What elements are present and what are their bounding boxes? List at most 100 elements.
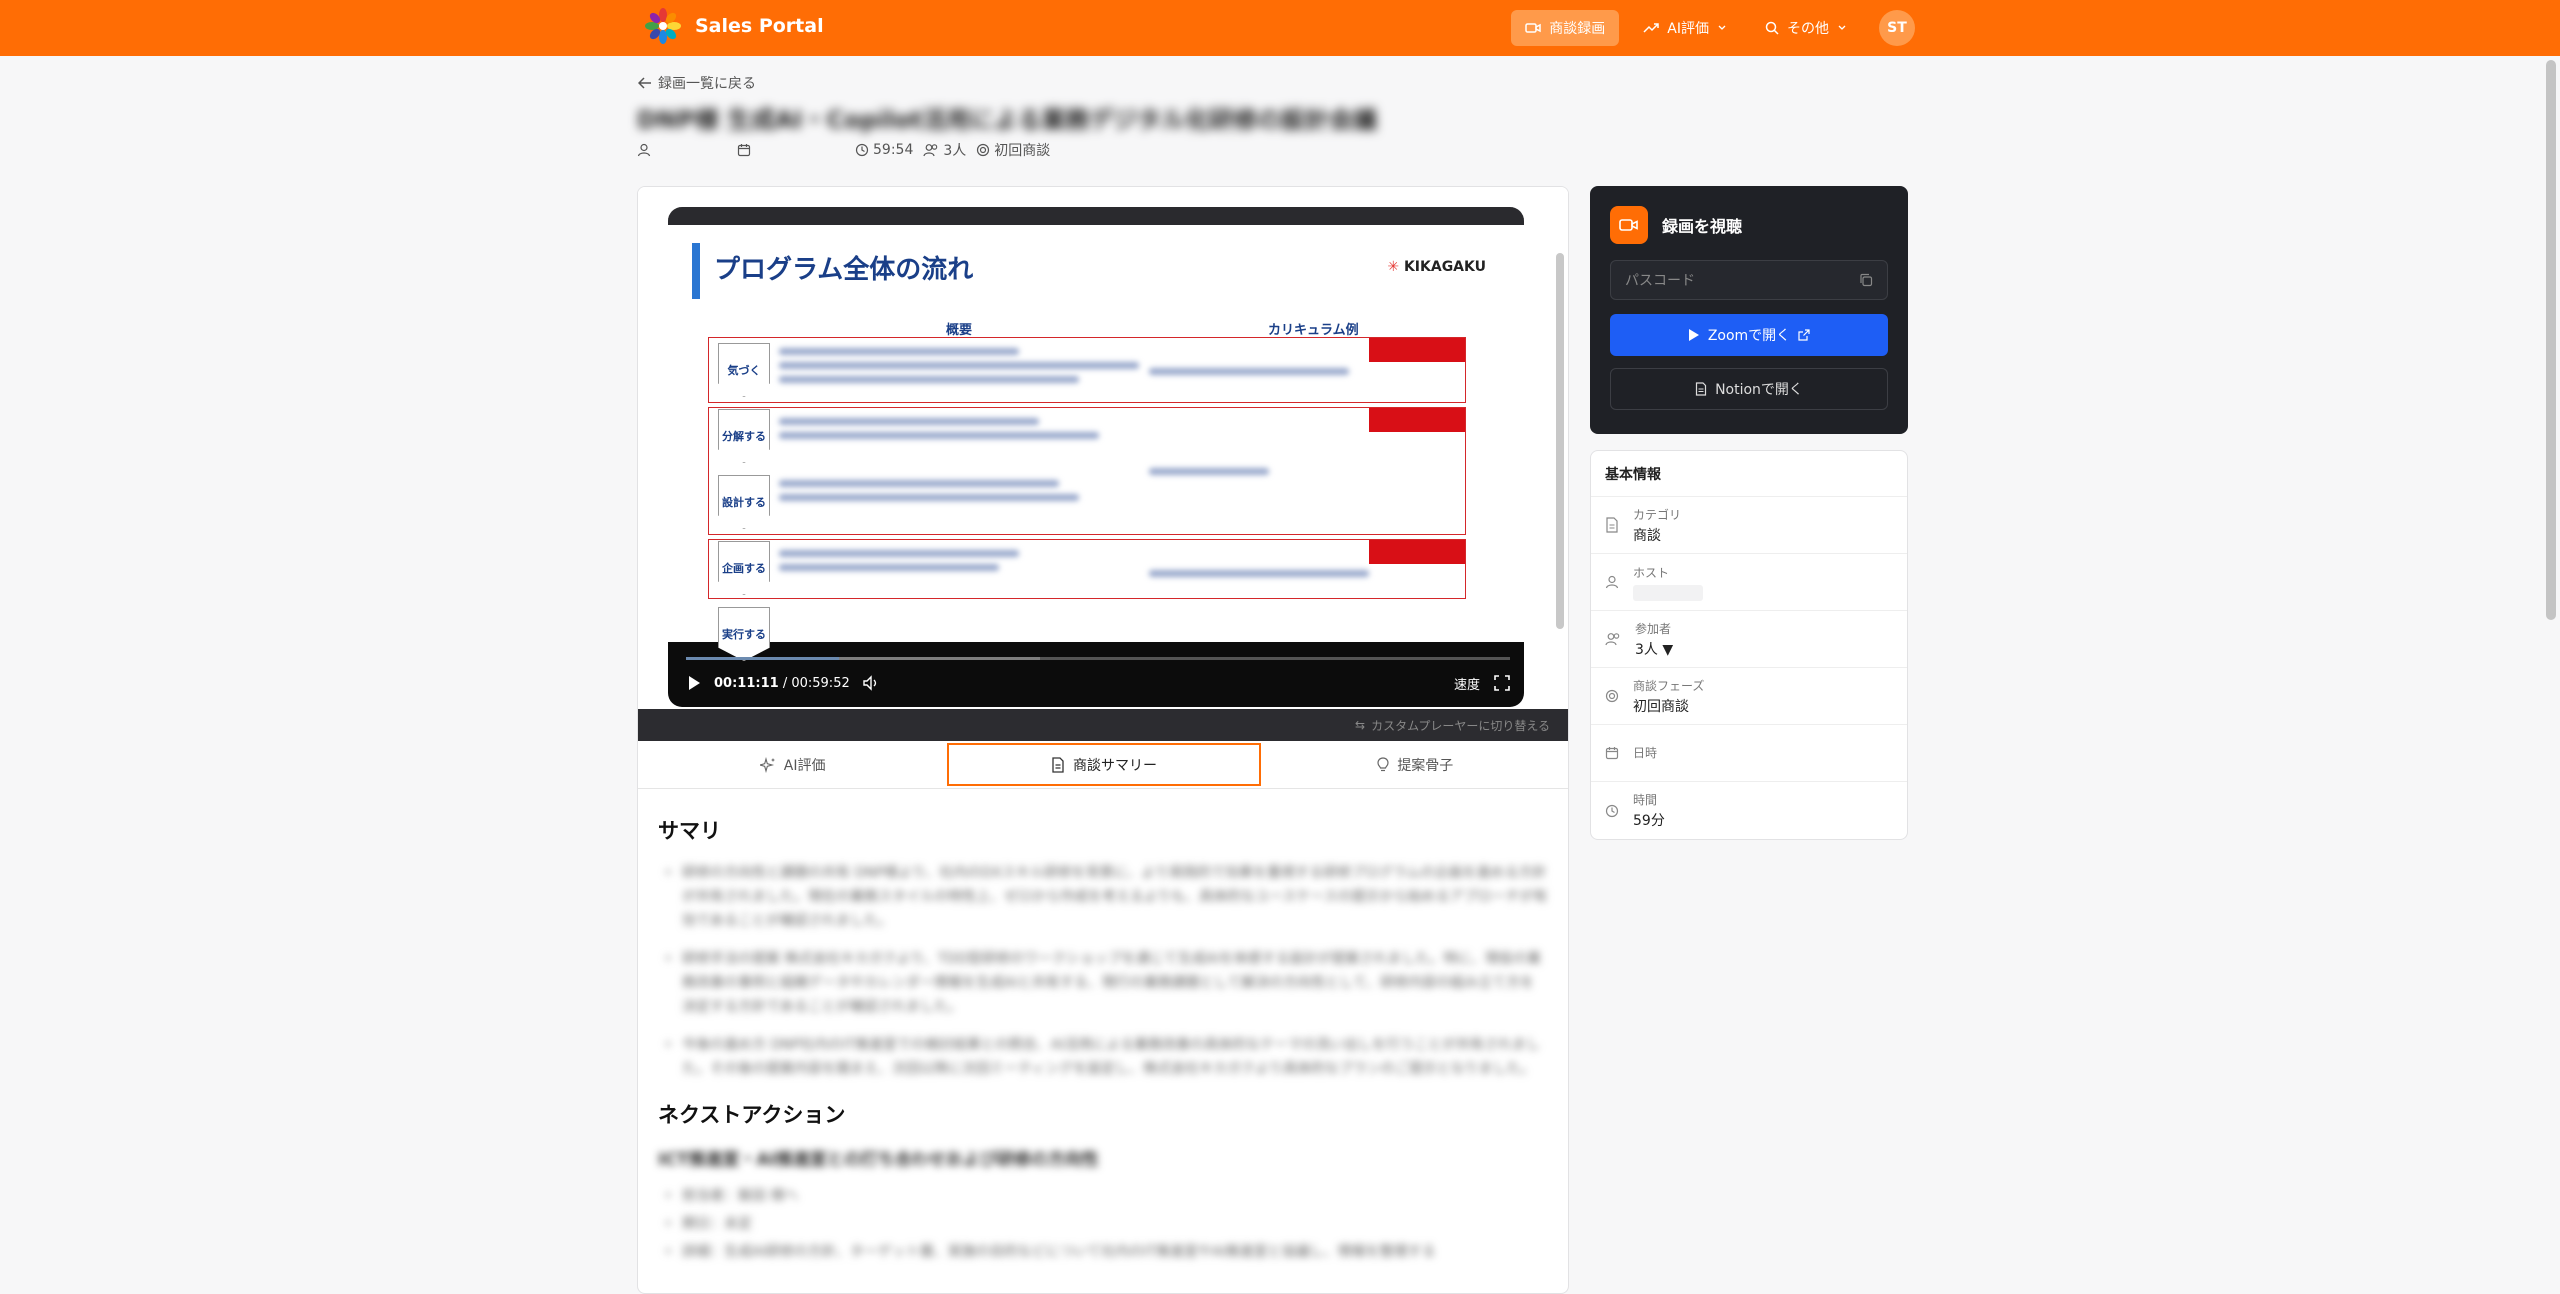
video-time: 00:11:11 / 00:59:52 <box>714 676 850 691</box>
page-title: DNP様 生成AI・Copilot活用による業務デジタル化研修の設計会議 <box>637 106 1377 134</box>
info-row-date: 日時 <box>1591 725 1907 782</box>
copy-icon[interactable] <box>1859 273 1873 287</box>
clock-icon <box>1605 804 1619 817</box>
back-link-label: 録画一覧に戻る <box>658 76 756 92</box>
user-icon <box>637 143 651 157</box>
nav-more-button[interactable]: その他 <box>1751 10 1861 46</box>
nav-ai-eval-button[interactable]: AI評価 <box>1629 10 1741 46</box>
open-notion-button[interactable]: Notionで開く <box>1610 368 1888 410</box>
switch-player-bar[interactable]: ⇆ カスタムプレーヤーに切り替える <box>638 709 1568 741</box>
sparkles-icon <box>759 756 775 773</box>
slide-title: プログラム全体の流れ <box>714 255 974 285</box>
video-scrollbar[interactable] <box>1556 253 1564 629</box>
app-title: Sales Portal <box>695 15 824 37</box>
document-icon <box>1606 517 1618 533</box>
summary-bullet: 研修手法の提案 株式会社キカガクより、TDD型研修のワークショップを通じて生成A… <box>658 947 1548 1019</box>
top-nav: 商談録画 AI評価 その他 ST <box>1511 10 1915 46</box>
calendar-icon <box>737 144 751 157</box>
video-controls: 00:11:11 / 00:59:52 速度 <box>686 647 1510 699</box>
nav-ai-eval-label: AI評価 <box>1667 21 1709 37</box>
video-time-separator: / <box>782 675 788 691</box>
watch-recording-title: 録画を視聴 <box>1662 217 1743 236</box>
slide-col-curriculum: カリキュラム例 <box>1268 323 1359 338</box>
chevron-down-icon <box>1718 25 1726 30</box>
info-value: 3人 ▼ <box>1635 641 1674 658</box>
video-progress-bar[interactable] <box>686 657 1510 660</box>
video-total-time: 00:59:52 <box>791 675 850 691</box>
tab-ai-eval-label: AI評価 <box>783 757 826 774</box>
summary-bullet: 研修の方向性と課題の共有 DNP様より、社内のDXスキル研修を背景に、より実践的… <box>658 861 1548 933</box>
slide-accent-bar <box>692 243 700 299</box>
top-bar: Sales Portal 商談録画 AI評価 その他 ST <box>0 0 2560 56</box>
info-row-category: カテゴリ 商談 <box>1591 497 1907 554</box>
info-row-phase: 商談フェーズ 初回商談 <box>1591 668 1907 725</box>
open-zoom-button[interactable]: Zoomで開く <box>1610 314 1888 356</box>
info-label: ホスト <box>1633 565 1670 580</box>
switch-icon: ⇆ <box>1355 718 1366 732</box>
back-link[interactable]: 録画一覧に戻る <box>638 73 756 93</box>
tab-proposal-label: 提案骨子 <box>1397 757 1454 774</box>
sales-portal-logo-icon <box>645 8 681 44</box>
meta-row: 59:54 3人 初回商談 <box>637 140 1050 160</box>
video-control-row: 00:11:11 / 00:59:52 速度 <box>686 671 1510 695</box>
host-meta <box>637 143 727 157</box>
video-control-right: 速度 <box>1454 674 1510 693</box>
page-scrollbar[interactable] <box>2546 60 2556 620</box>
next-action-item: 担当者：飯田 様へ <box>658 1184 1548 1208</box>
tab-bar: AI評価 商談サマリー 提案骨子 <box>638 741 1568 789</box>
next-action-subheading: ICT推進室・AI推進室との打ち合わせおよび研修の方向性 <box>658 1150 1099 1170</box>
open-notion-label: Notionで開く <box>1715 382 1803 398</box>
basic-info-card: 基本情報 カテゴリ 商談 ホスト 参加者 3人 ▼ 商談フェーズ 初回商談 日時 時間… <box>1590 450 1908 840</box>
tab-summary-label: 商談サマリー <box>1072 757 1157 774</box>
switch-player-label: カスタムプレーヤーに切り替える <box>1371 718 1550 733</box>
basic-info-title: 基本情報 <box>1591 451 1907 497</box>
screen-menu-bar <box>668 207 1524 225</box>
play-icon[interactable] <box>686 675 702 691</box>
summary-heading: サマリ <box>658 819 721 843</box>
document-icon <box>1052 756 1064 773</box>
info-label: 参加者 <box>1635 621 1672 636</box>
duration-meta: 59:54 <box>855 142 913 158</box>
slide-row <box>708 407 1466 535</box>
video-area: プログラム全体の流れ ✳ KIKAGAKU 概要 カリキュラム例 気づく 分解す… <box>638 187 1568 709</box>
clock-icon <box>855 143 869 157</box>
slide-row <box>708 539 1466 599</box>
document-icon <box>1695 382 1707 396</box>
nav-recordings-label: 商談録画 <box>1549 21 1606 37</box>
tab-ai-eval[interactable]: AI評価 <box>638 743 947 786</box>
phase-value: 初回商談 <box>994 143 1051 159</box>
next-action-item: 期日：未定 <box>658 1212 1548 1236</box>
slide-logo: ✳ KIKAGAKU <box>1387 259 1486 275</box>
nav-more-label: その他 <box>1787 21 1829 37</box>
target-icon <box>1605 689 1619 703</box>
info-label: 日時 <box>1633 745 1658 760</box>
info-value-redacted <box>1633 584 1703 601</box>
target-icon <box>977 143 990 157</box>
volume-icon[interactable] <box>862 675 880 691</box>
arrow-left-icon <box>638 77 651 89</box>
brand[interactable]: Sales Portal <box>645 8 824 44</box>
video-player[interactable]: プログラム全体の流れ ✳ KIKAGAKU 概要 カリキュラム例 気づく 分解す… <box>668 207 1524 707</box>
info-row-participants[interactable]: 参加者 3人 ▼ <box>1591 611 1907 668</box>
fullscreen-icon[interactable] <box>1494 675 1510 691</box>
slide-col-overview: 概要 <box>946 323 973 338</box>
user-icon <box>1605 575 1619 589</box>
info-value: 初回商談 <box>1633 698 1689 715</box>
search-icon <box>1765 21 1779 35</box>
user-avatar[interactable]: ST <box>1879 10 1915 46</box>
passcode-field[interactable]: パスコード <box>1610 260 1888 300</box>
chevron-down-icon <box>1838 25 1846 30</box>
info-value: 商談 <box>1633 527 1661 544</box>
slide-logo-text: KIKAGAKU <box>1403 259 1486 275</box>
video-camera-icon <box>1525 23 1542 33</box>
video-buffer-bar <box>686 657 1041 660</box>
lightbulb-icon <box>1377 756 1389 771</box>
info-label: 商談フェーズ <box>1633 678 1705 693</box>
tab-summary[interactable]: 商談サマリー <box>947 743 1261 786</box>
nav-recordings-button[interactable]: 商談録画 <box>1511 10 1620 46</box>
tab-proposal[interactable]: 提案骨子 <box>1261 743 1568 786</box>
slide-row <box>708 337 1466 403</box>
speed-button[interactable]: 速度 <box>1454 674 1480 693</box>
watch-recording-header: 録画を視聴 <box>1610 206 1888 244</box>
calendar-icon <box>1605 747 1619 760</box>
